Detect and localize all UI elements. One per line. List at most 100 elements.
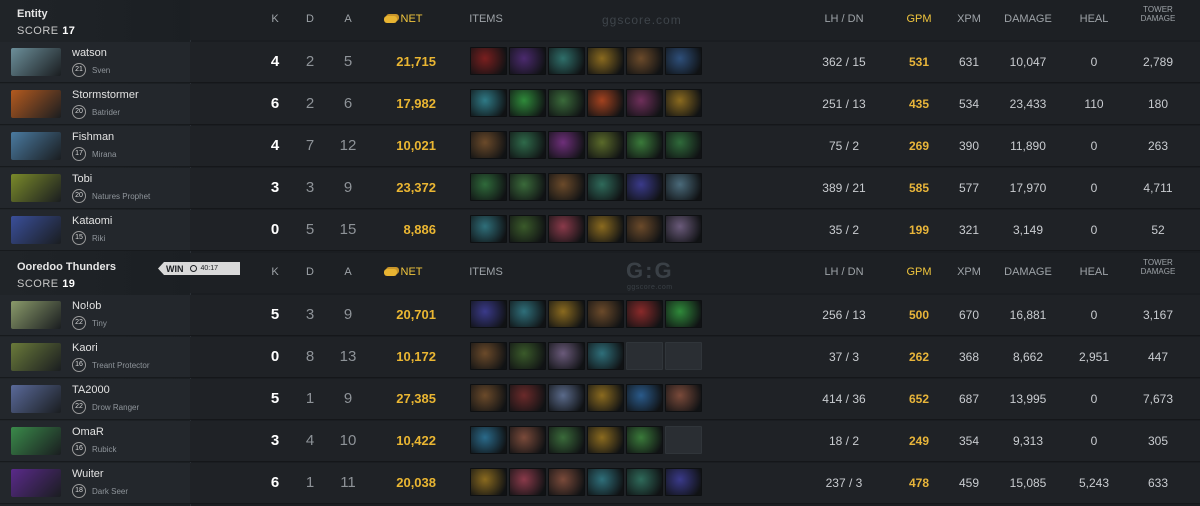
player-name[interactable]: No!ob [72, 300, 101, 312]
player-card[interactable]: Fishman 17 Mirana [0, 126, 190, 167]
item-slot[interactable] [587, 384, 624, 412]
player-name[interactable]: OmaR [72, 426, 104, 438]
player-card[interactable]: Tobi 20 Natures Prophet [0, 168, 190, 209]
item-slot[interactable] [626, 173, 663, 201]
item-slot[interactable] [548, 131, 585, 159]
player-name[interactable]: Tobi [72, 173, 92, 185]
col-damage-label: DAMAGE [1004, 13, 1052, 25]
item-slot[interactable] [548, 215, 585, 243]
item-slot[interactable] [665, 215, 702, 243]
last-hits-denies: 389 / 21 [822, 181, 866, 195]
item-slot[interactable] [509, 342, 546, 370]
item-slot[interactable] [548, 47, 585, 75]
healing: 0 [1090, 434, 1098, 448]
column-header-lhdn: LH / DN [812, 266, 876, 278]
item-slot[interactable] [665, 426, 702, 454]
player-card[interactable]: Kaori 16 Treant Protector [0, 337, 190, 378]
item-slot[interactable] [509, 47, 546, 75]
player-name[interactable]: watson [72, 47, 107, 59]
item-slot[interactable] [470, 89, 507, 117]
item-slot[interactable] [626, 215, 663, 243]
xpm: 368 [958, 350, 980, 364]
player-card[interactable]: Stormstormer 20 Batrider [0, 84, 190, 125]
item-slot[interactable] [587, 426, 624, 454]
item-slot[interactable] [548, 468, 585, 496]
item-slot[interactable] [665, 173, 702, 201]
col-heal-label: HEAL [1079, 13, 1109, 25]
col-lhdn-label: LH / DN [824, 266, 864, 278]
player-name[interactable]: TA2000 [72, 384, 110, 396]
item-slot[interactable] [587, 300, 624, 328]
item-slot[interactable] [665, 468, 702, 496]
item-slot[interactable] [509, 215, 546, 243]
item-slot[interactable] [665, 384, 702, 412]
item-slot[interactable] [470, 173, 507, 201]
item-slot[interactable] [509, 468, 546, 496]
item-slot[interactable] [470, 426, 507, 454]
item-slot[interactable] [665, 300, 702, 328]
player-card[interactable]: Kataomi 15 Riki [0, 210, 190, 251]
item-slots [470, 89, 702, 119]
item-slot[interactable] [626, 300, 663, 328]
item-slot[interactable] [626, 47, 663, 75]
player-card[interactable]: Wuiter 18 Dark Seer [0, 463, 190, 504]
item-slot[interactable] [509, 300, 546, 328]
last-hits: 18 [828, 434, 843, 448]
item-slot[interactable] [548, 173, 585, 201]
item-slot[interactable] [548, 342, 585, 370]
item-slot[interactable] [587, 468, 624, 496]
item-slot[interactable] [509, 131, 546, 159]
player-name[interactable]: Stormstormer [72, 89, 139, 101]
item-slot[interactable] [470, 468, 507, 496]
item-slot[interactable] [665, 47, 702, 75]
healing: 0 [1090, 308, 1098, 322]
player-card[interactable]: OmaR 16 Rubick [0, 421, 190, 462]
item-slot[interactable] [509, 89, 546, 117]
col-net-label: NET [400, 13, 423, 25]
item-slot[interactable] [587, 47, 624, 75]
item-slot[interactable] [626, 342, 663, 370]
item-slot[interactable] [509, 384, 546, 412]
col-tower-label-2: DAMAGE [1140, 267, 1176, 276]
item-slot[interactable] [665, 89, 702, 117]
item-slot[interactable] [470, 215, 507, 243]
item-slot[interactable] [587, 131, 624, 159]
item-slot[interactable] [470, 300, 507, 328]
item-slot[interactable] [548, 300, 585, 328]
item-slot[interactable] [548, 426, 585, 454]
player-name[interactable]: Fishman [72, 131, 114, 143]
player-card[interactable]: watson 21 Sven [0, 42, 190, 83]
item-slot[interactable] [587, 215, 624, 243]
player-card[interactable]: TA2000 22 Drow Ranger [0, 379, 190, 420]
col-d-label: D [306, 13, 314, 25]
player-card[interactable]: No!ob 22 Tiny [0, 295, 190, 336]
item-slot[interactable] [626, 384, 663, 412]
item-slot[interactable] [509, 173, 546, 201]
item-slot[interactable] [548, 384, 585, 412]
score-value: 17 [62, 25, 76, 37]
item-slot[interactable] [626, 468, 663, 496]
col-net-label: NET [400, 266, 423, 278]
assists: 9 [343, 306, 353, 323]
item-slot[interactable] [665, 342, 702, 370]
hero-level: 16 [72, 358, 86, 372]
item-slot[interactable] [626, 131, 663, 159]
item-slot[interactable] [665, 131, 702, 159]
item-slot[interactable] [509, 426, 546, 454]
column-header-xpm: XPM [952, 266, 986, 278]
item-slot[interactable] [470, 131, 507, 159]
denies: 36 [852, 392, 866, 406]
item-slot[interactable] [626, 89, 663, 117]
item-slot[interactable] [470, 342, 507, 370]
player-name[interactable]: Kaori [72, 342, 98, 354]
item-slot[interactable] [587, 342, 624, 370]
item-slot[interactable] [470, 47, 507, 75]
player-name[interactable]: Wuiter [72, 468, 104, 480]
item-slot[interactable] [587, 173, 624, 201]
item-slot[interactable] [470, 384, 507, 412]
item-slot[interactable] [626, 426, 663, 454]
item-slot[interactable] [587, 89, 624, 117]
player-name[interactable]: Kataomi [72, 215, 112, 227]
item-slot[interactable] [548, 89, 585, 117]
net-worth: 10,422 [396, 433, 436, 448]
